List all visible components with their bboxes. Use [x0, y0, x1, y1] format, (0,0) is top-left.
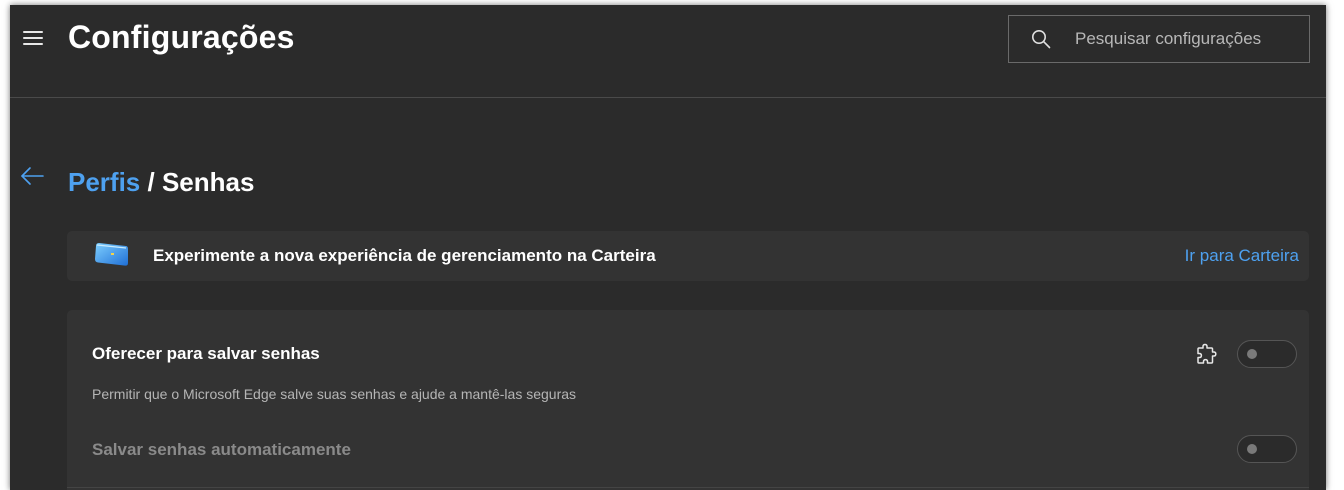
breadcrumb-current: Senhas	[161, 167, 255, 197]
toggle-knob	[1247, 444, 1257, 454]
search-box[interactable]	[1008, 15, 1310, 63]
auto-save-passwords-title: Salvar senhas automaticamente	[92, 440, 351, 459]
offer-save-passwords-description: Permitir que o Microsoft Edge salve suas…	[92, 386, 577, 402]
hamburger-menu-icon[interactable]	[23, 29, 43, 45]
puzzle-piece-icon[interactable]	[1195, 343, 1217, 365]
settings-window: Configurações Perfis / Senhas	[10, 5, 1326, 490]
breadcrumb: Perfis / Senhas	[68, 167, 254, 198]
go-to-wallet-link[interactable]: Ir para Carteira	[1185, 246, 1299, 266]
breadcrumb-link-perfis[interactable]: Perfis	[68, 167, 140, 197]
search-icon	[1032, 30, 1051, 49]
password-settings-card: Oferecer para salvar senhas Permitir que…	[67, 310, 1309, 490]
arrow-left-icon[interactable]	[20, 166, 44, 186]
offer-save-passwords-title: Oferecer para salvar senhas	[92, 344, 320, 363]
auto-save-passwords-toggle[interactable]	[1237, 435, 1297, 463]
toggle-knob	[1247, 349, 1257, 359]
header: Configurações	[10, 5, 1326, 98]
search-input[interactable]	[1075, 16, 1303, 62]
breadcrumb-separator: /	[140, 167, 162, 197]
offer-save-passwords-toggle[interactable]	[1237, 340, 1297, 368]
page-title: Configurações	[68, 19, 295, 55]
divider	[67, 487, 1309, 488]
banner-text: Experimente a nova experiência de gerenc…	[153, 246, 656, 265]
wallet-icon	[95, 243, 128, 266]
wallet-banner: Experimente a nova experiência de gerenc…	[67, 231, 1309, 281]
